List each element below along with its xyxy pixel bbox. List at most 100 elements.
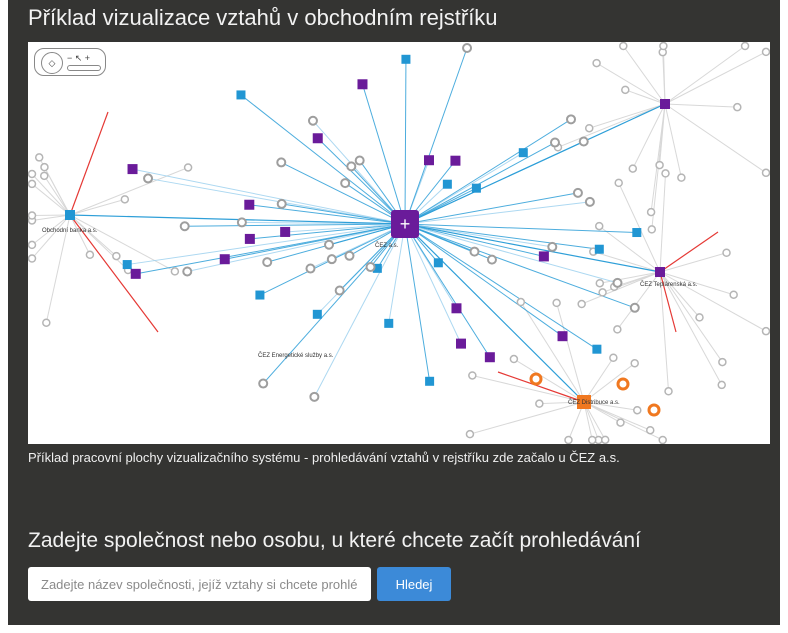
person-node xyxy=(465,429,475,439)
edge xyxy=(589,103,666,129)
zoom-slider[interactable] xyxy=(67,65,101,71)
person-node xyxy=(658,435,667,444)
person-node xyxy=(600,435,610,444)
company-node xyxy=(518,148,528,158)
company-node xyxy=(557,331,568,342)
person-node xyxy=(613,325,622,334)
company-node xyxy=(244,199,255,210)
company-node xyxy=(450,155,461,166)
company-node xyxy=(660,99,670,109)
graph-navigation-control[interactable]: ◇ − ↖ + xyxy=(34,48,106,76)
person-node xyxy=(39,171,49,181)
person-node xyxy=(646,207,656,217)
search-button[interactable]: Hledej xyxy=(377,567,451,601)
company-node xyxy=(471,183,481,193)
edge xyxy=(664,103,682,178)
zoom-buttons[interactable]: − ↖ + xyxy=(67,53,90,63)
person-node xyxy=(486,254,497,265)
graph-visualization[interactable]: + ČEZ a.s. Obchodní banka a.s. ČEZ Teplá… xyxy=(28,42,770,444)
person-node xyxy=(85,250,95,260)
person-node xyxy=(722,248,731,258)
person-node xyxy=(761,326,770,336)
person-node xyxy=(584,123,594,133)
company-node xyxy=(255,290,265,300)
person-node xyxy=(587,435,597,444)
person-node xyxy=(28,254,37,263)
company-search-input[interactable] xyxy=(28,567,371,601)
company-node xyxy=(484,352,495,363)
person-node xyxy=(740,42,750,51)
person-node xyxy=(549,137,560,148)
company-node xyxy=(401,54,411,64)
person-node xyxy=(612,277,623,288)
person-node xyxy=(28,211,37,220)
page-title: Příklad vizualizace vztahů v obchodním r… xyxy=(28,5,498,30)
distribution-label: ČEZ Distribuce a.s. xyxy=(568,399,620,406)
edge xyxy=(520,301,585,403)
company-node xyxy=(384,318,394,328)
person-node xyxy=(535,399,544,408)
person-node xyxy=(179,221,190,232)
edge xyxy=(69,214,176,272)
person-node xyxy=(695,313,704,322)
company-node xyxy=(425,376,435,386)
person-node xyxy=(112,251,121,261)
person-node xyxy=(647,225,657,234)
person-node xyxy=(334,285,345,296)
company-node xyxy=(632,228,642,238)
edge xyxy=(249,223,406,240)
person-node xyxy=(143,173,154,184)
person-node xyxy=(661,169,670,178)
person-node xyxy=(42,318,51,327)
edge xyxy=(404,103,666,225)
company-node xyxy=(127,164,138,175)
content-panel: Příklad vizualizace vztahů v obchodním r… xyxy=(8,0,780,625)
edge xyxy=(659,231,719,273)
person-node xyxy=(262,257,273,268)
edge xyxy=(69,214,91,256)
person-node xyxy=(509,354,519,364)
person-node xyxy=(307,115,318,126)
person-node xyxy=(120,195,130,204)
person-node xyxy=(326,254,337,265)
person-node xyxy=(619,42,628,51)
company-node xyxy=(65,210,75,220)
person-node xyxy=(28,169,37,179)
edge xyxy=(281,161,406,225)
edge xyxy=(69,214,129,271)
company-node xyxy=(357,79,368,90)
edge xyxy=(622,45,666,105)
person-node xyxy=(547,241,558,252)
edge xyxy=(404,201,590,225)
graph-edges xyxy=(31,45,767,441)
relationship-graph[interactable]: + ČEZ a.s. Obchodní banka a.s. ČEZ Teplá… xyxy=(28,42,770,444)
edge xyxy=(69,167,189,216)
company-node xyxy=(455,338,466,349)
person-node xyxy=(614,178,623,188)
edge xyxy=(43,175,71,216)
person-node xyxy=(469,246,480,257)
person-node xyxy=(572,187,583,198)
person-node xyxy=(594,221,604,231)
bank-label: Obchodní banka a.s. xyxy=(42,228,98,234)
edge xyxy=(31,183,71,216)
edge xyxy=(583,401,651,431)
edge xyxy=(659,173,667,273)
company-node xyxy=(130,268,141,279)
person-node xyxy=(630,359,639,368)
person-node xyxy=(645,425,655,435)
person-node xyxy=(468,371,477,380)
edge xyxy=(240,94,406,225)
person-node xyxy=(733,102,742,112)
person-node xyxy=(354,155,365,166)
edge xyxy=(659,252,727,273)
company-node xyxy=(538,251,549,262)
services-label: ČEZ Energetické služby a.s. xyxy=(258,352,334,359)
pan-pad-icon[interactable]: ◇ xyxy=(41,52,63,74)
person-node xyxy=(616,377,630,391)
edge xyxy=(664,103,738,108)
edge xyxy=(472,374,585,403)
person-node xyxy=(629,302,640,313)
edge xyxy=(557,103,666,148)
edge xyxy=(664,103,767,174)
